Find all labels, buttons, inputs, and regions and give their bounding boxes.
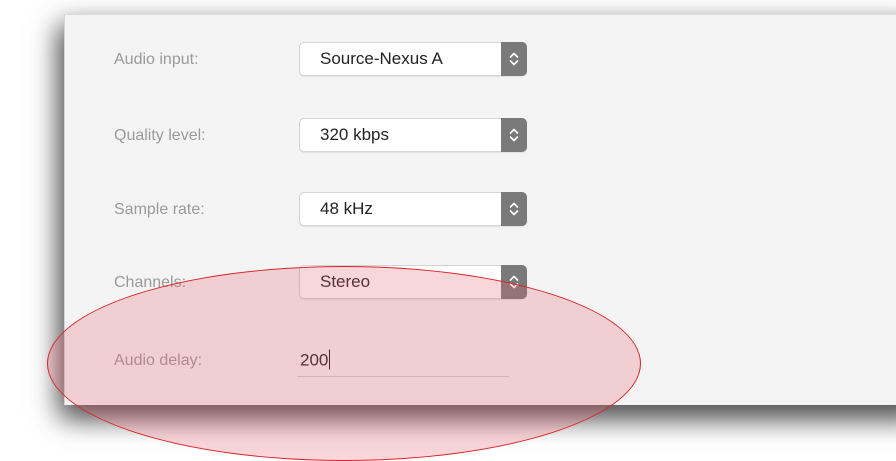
audio-delay-value: 200 — [300, 349, 331, 370]
channels-select[interactable]: Stereo — [299, 265, 527, 299]
audio-delay-text: 200 — [300, 350, 329, 369]
screenshot-stage: Audio input: Source-Nexus A Quality leve… — [0, 0, 896, 461]
audio-settings-panel: Audio input: Source-Nexus A Quality leve… — [64, 14, 896, 405]
audio-delay-input[interactable]: 200 — [297, 343, 509, 377]
audio-input-select[interactable]: Source-Nexus A — [299, 42, 527, 76]
chevron-up-down-icon[interactable] — [501, 118, 527, 152]
audio-input-label: Audio input: — [114, 51, 199, 68]
sample-rate-select[interactable]: 48 kHz — [299, 192, 527, 226]
channels-value: Stereo — [320, 272, 371, 291]
audio-delay-label: Audio delay: — [114, 352, 203, 369]
sample-rate-row: Sample rate: 48 kHz — [65, 192, 896, 228]
quality-level-row: Quality level: 320 kbps — [65, 118, 896, 154]
sample-rate-value: 48 kHz — [320, 199, 373, 218]
sample-rate-label: Sample rate: — [114, 201, 205, 218]
text-cursor — [329, 349, 331, 369]
channels-row: Channels: Stereo — [65, 265, 896, 301]
channels-label: Channels: — [114, 274, 187, 291]
quality-level-select[interactable]: 320 kbps — [299, 118, 527, 152]
chevron-up-down-icon[interactable] — [501, 42, 527, 76]
quality-level-value: 320 kbps — [320, 125, 389, 144]
audio-delay-row: Audio delay: 200 — [65, 343, 896, 379]
quality-level-label: Quality level: — [114, 127, 206, 144]
audio-input-value: Source-Nexus A — [320, 49, 443, 68]
chevron-up-down-icon[interactable] — [501, 265, 527, 299]
chevron-up-down-icon[interactable] — [501, 192, 527, 226]
audio-input-row: Audio input: Source-Nexus A — [65, 42, 896, 78]
